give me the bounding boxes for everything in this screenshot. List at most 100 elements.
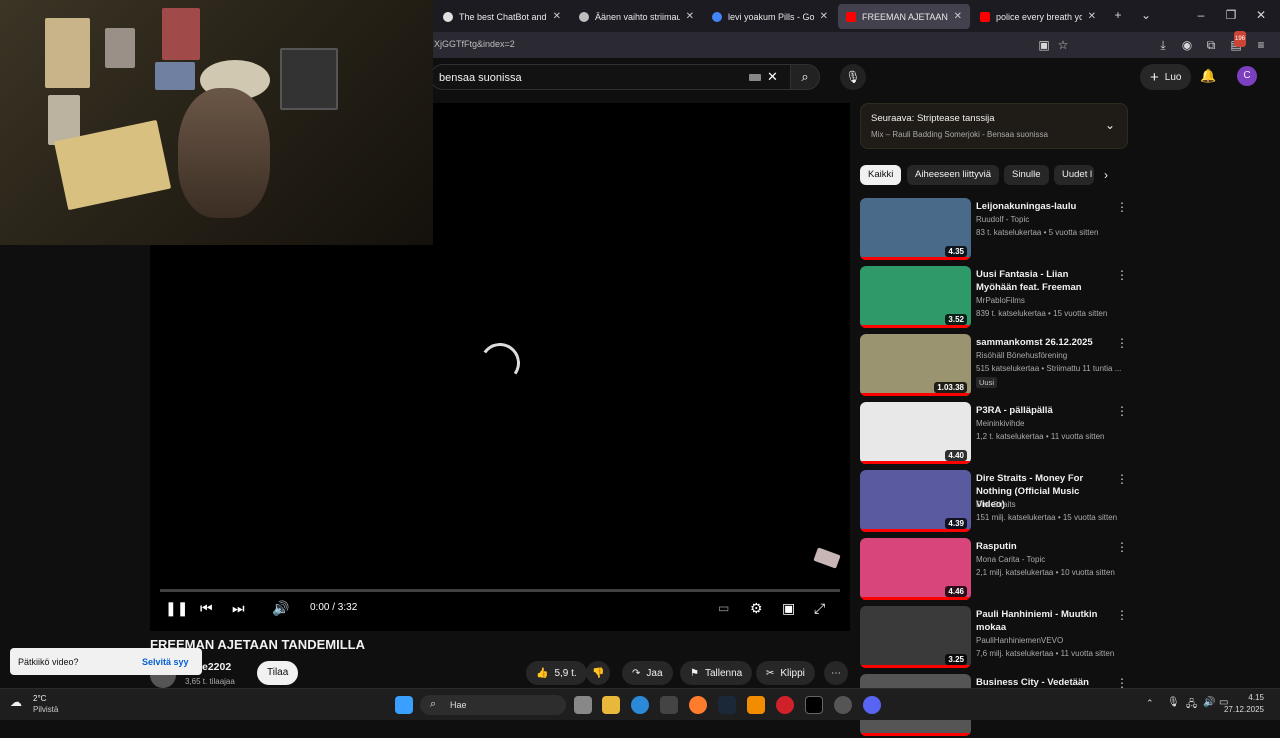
browser-tab-1[interactable]: The best ChatBot and Widg ✕ — [435, 4, 569, 29]
addon-icon[interactable]: ▤196 — [1228, 31, 1247, 53]
save-button[interactable]: ⚑ Tallenna — [680, 661, 753, 685]
edge-icon[interactable] — [631, 696, 649, 714]
steam-icon[interactable] — [718, 696, 736, 714]
downloads-icon[interactable]: ⤓ — [1155, 37, 1171, 53]
notifications-bell-icon[interactable]: 🔔 — [1200, 68, 1216, 84]
terminal-icon[interactable] — [805, 696, 823, 714]
new-tab-icon[interactable]: + — [1110, 7, 1126, 23]
toast-action-link[interactable]: Selvitä syy — [142, 657, 189, 667]
recommendation-title[interactable]: Pauli Hanhiniemi - Muutkin mokaa — [976, 608, 1106, 634]
like-button[interactable]: 👍 5,9 t. — [526, 661, 587, 685]
up-next-panel[interactable]: Seuraava: Striptease tanssija Mix – Raul… — [860, 103, 1128, 149]
vlc-icon[interactable] — [747, 696, 765, 714]
previous-icon[interactable]: ⏮ — [200, 599, 213, 617]
more-options-icon[interactable]: ⋮ — [1116, 472, 1128, 486]
discord-icon[interactable] — [863, 696, 881, 714]
recommendation-channel[interactable]: Ruudolf - Topic — [976, 215, 1029, 224]
close-tab-icon[interactable]: ✕ — [686, 11, 694, 22]
more-options-icon[interactable]: ⋮ — [1116, 404, 1128, 418]
tray-chevron-icon[interactable]: ⌃ — [1146, 698, 1154, 709]
recommendation-channel[interactable]: MrPabloFilms — [976, 296, 1025, 305]
browser-tab-2[interactable]: Äänen vaihto striimauksessa ✕ — [571, 4, 702, 29]
clock-date[interactable]: 27.12.2025 — [1222, 705, 1264, 714]
chip-all[interactable]: Kaikki — [860, 165, 902, 185]
file-explorer-icon[interactable] — [602, 696, 620, 714]
chevron-right-icon[interactable]: › — [1104, 168, 1108, 182]
chip-related[interactable]: Aiheeseen liittyviä — [907, 165, 1000, 185]
progress-bar[interactable] — [160, 589, 840, 592]
task-view-icon[interactable] — [574, 696, 592, 714]
clear-search-icon[interactable]: ✕ — [767, 69, 778, 85]
more-options-icon[interactable]: ⋮ — [1116, 336, 1128, 350]
weather-cloud-icon[interactable]: ☁ — [10, 695, 22, 709]
share-button[interactable]: ↷ Jaa — [622, 661, 673, 685]
recommendation-title[interactable]: P3RA - pälläpällä — [976, 404, 1106, 417]
video-thumbnail[interactable]: 4.39 — [860, 470, 971, 532]
store-icon[interactable] — [660, 696, 678, 714]
browser-tab-5[interactable]: police every breath you tak ✕ — [972, 4, 1104, 29]
close-tab-icon[interactable]: ✕ — [820, 11, 828, 22]
windows-start-icon[interactable] — [395, 696, 413, 714]
menu-hamburger-icon[interactable]: ≡ — [1253, 37, 1269, 53]
video-thumbnail[interactable]: 1.03.38 — [860, 334, 971, 396]
clock-time[interactable]: 4.15 — [1232, 693, 1264, 702]
taskbar-search[interactable]: ⌕ Hae — [420, 695, 566, 715]
recommendation-title[interactable]: Uusi Fantasia - Liian Myöhään feat. Free… — [976, 268, 1106, 294]
video-thumbnail[interactable]: 4.40 — [860, 402, 971, 464]
recommendation-item[interactable]: 3.52 Uusi Fantasia - Liian Myöhään feat.… — [860, 266, 1130, 330]
recommendation-item[interactable]: 4.39 Dire Straits - Money For Nothing (O… — [860, 470, 1130, 534]
recommendation-item[interactable]: 3.25 Pauli Hanhiniemi - Muutkin mokaa Pa… — [860, 606, 1130, 670]
recommendation-title[interactable]: Leijonakuningas-laulu — [976, 200, 1106, 213]
voice-search-icon[interactable]: 🎙 — [840, 64, 866, 90]
video-thumbnail[interactable]: 4.46 — [860, 538, 971, 600]
next-icon[interactable]: ⏭ — [232, 599, 245, 617]
browser-tab-4-active[interactable]: FREEMAN AJETAAN TANDEM ✕ — [838, 4, 970, 29]
video-thumbnail[interactable]: 3.52 — [860, 266, 971, 328]
recommendation-item[interactable]: 4.46 Rasputin Mona Carita - Topic 2,1 mi… — [860, 538, 1130, 602]
more-options-icon[interactable]: ⋮ — [1116, 608, 1128, 622]
avatar[interactable]: C — [1237, 66, 1257, 86]
browser-tab-3[interactable]: levi yoakum Pills - Google-h ✕ — [704, 4, 836, 29]
chip-new[interactable]: Uudet l — [1054, 165, 1094, 185]
recommendation-channel[interactable]: Mona Carita - Topic — [976, 555, 1045, 564]
keyboard-icon[interactable] — [749, 74, 761, 81]
close-tab-icon[interactable]: ✕ — [954, 11, 962, 22]
channel-name[interactable]: e2202 — [202, 661, 231, 673]
subscribe-button[interactable]: Tilaa — [257, 661, 299, 685]
speaker-icon[interactable]: 🔊 — [1203, 697, 1215, 708]
microphone-icon[interactable]: 🎙 — [1167, 697, 1180, 708]
recommendation-channel[interactable]: Dire Straits — [976, 500, 1016, 509]
close-tab-icon[interactable]: ✕ — [1088, 11, 1096, 22]
recommendation-item[interactable]: 4.35 Leijonakuningas-laulu Ruudolf - Top… — [860, 198, 1130, 262]
recommendation-item[interactable]: 4.40 P3RA - pälläpällä Meininkivihde 1,2… — [860, 402, 1130, 466]
network-icon[interactable]: 🖧 — [1186, 697, 1197, 714]
reader-view-icon[interactable]: ▣ — [1036, 37, 1052, 53]
minimize-icon[interactable]: – — [1193, 7, 1209, 23]
more-options-icon[interactable]: ⋮ — [1116, 540, 1128, 554]
search-button[interactable]: ⌕ — [790, 64, 820, 90]
more-actions-button[interactable]: ⋯ — [824, 661, 848, 685]
chip-for-you[interactable]: Sinulle — [1004, 165, 1049, 185]
obs-icon[interactable] — [834, 696, 852, 714]
maximize-icon[interactable]: ❐ — [1223, 7, 1239, 23]
url-text[interactable]: XjGGTfFtg&index=2 — [434, 39, 515, 49]
clip-button[interactable]: ✂ Klippi — [756, 661, 815, 685]
recommendation-item[interactable]: 1.03.38 sammankomst 26.12.2025 Risöhäll … — [860, 334, 1130, 398]
dislike-button[interactable]: 👎 — [586, 661, 611, 685]
extensions-icon[interactable]: ⧉ — [1203, 37, 1219, 53]
settings-gear-icon[interactable]: ⚙ — [750, 599, 763, 617]
video-thumbnail[interactable]: 3.25 — [860, 606, 971, 668]
recommendation-channel[interactable]: Meininkivihde — [976, 419, 1024, 428]
fullscreen-icon[interactable]: ⤢ — [814, 599, 825, 617]
account-icon[interactable]: ◉ — [1179, 37, 1195, 53]
recommendation-channel[interactable]: Risöhäll Bönehusförening — [976, 351, 1067, 360]
recommendation-title[interactable]: Rasputin — [976, 540, 1106, 553]
create-button[interactable]: + Luo — [1140, 64, 1192, 90]
firefox-icon[interactable] — [689, 696, 707, 714]
search-input[interactable]: bensaa suonissa — [439, 72, 522, 84]
recommendation-title[interactable]: sammankomst 26.12.2025 — [976, 336, 1106, 349]
theater-mode-icon[interactable]: ▣ — [782, 599, 795, 617]
recommendation-channel[interactable]: PauliHanhiniemenVEVO — [976, 636, 1063, 645]
volume-icon[interactable]: 🔊 — [272, 599, 289, 617]
bookmark-star-icon[interactable]: ☆ — [1055, 37, 1071, 53]
